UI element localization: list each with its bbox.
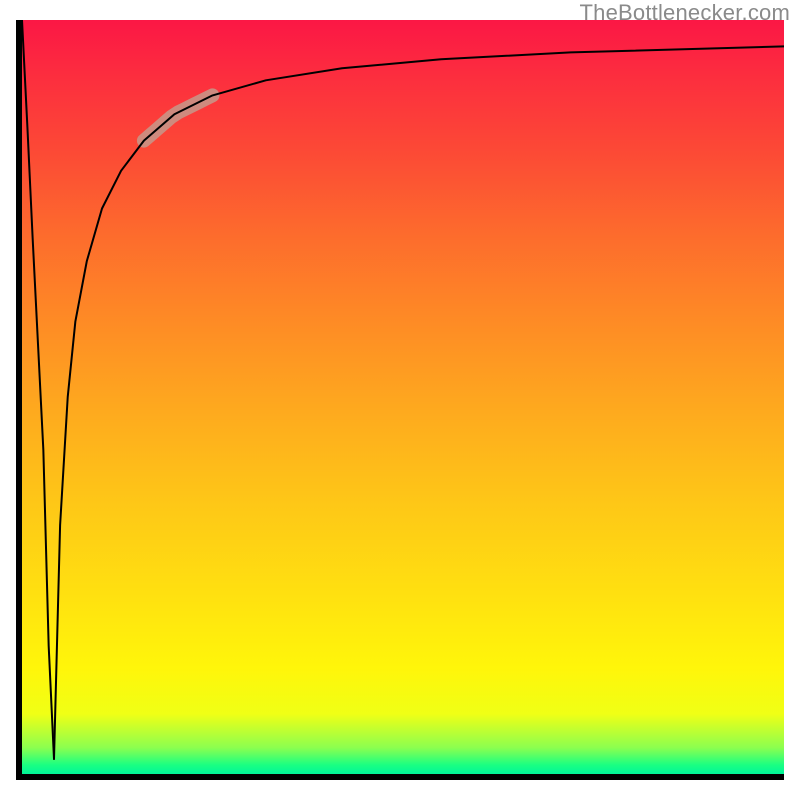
plot-area — [22, 20, 784, 774]
chart-container: TheBottlenecker.com — [0, 0, 800, 800]
highlight-segment — [144, 95, 213, 140]
watermark-label: TheBottlenecker.com — [580, 0, 790, 26]
series-recovery-curve — [54, 46, 784, 759]
x-axis — [16, 774, 784, 780]
series-leading-spike — [22, 20, 54, 759]
curve-layer — [22, 20, 784, 774]
curve-group — [22, 20, 784, 759]
